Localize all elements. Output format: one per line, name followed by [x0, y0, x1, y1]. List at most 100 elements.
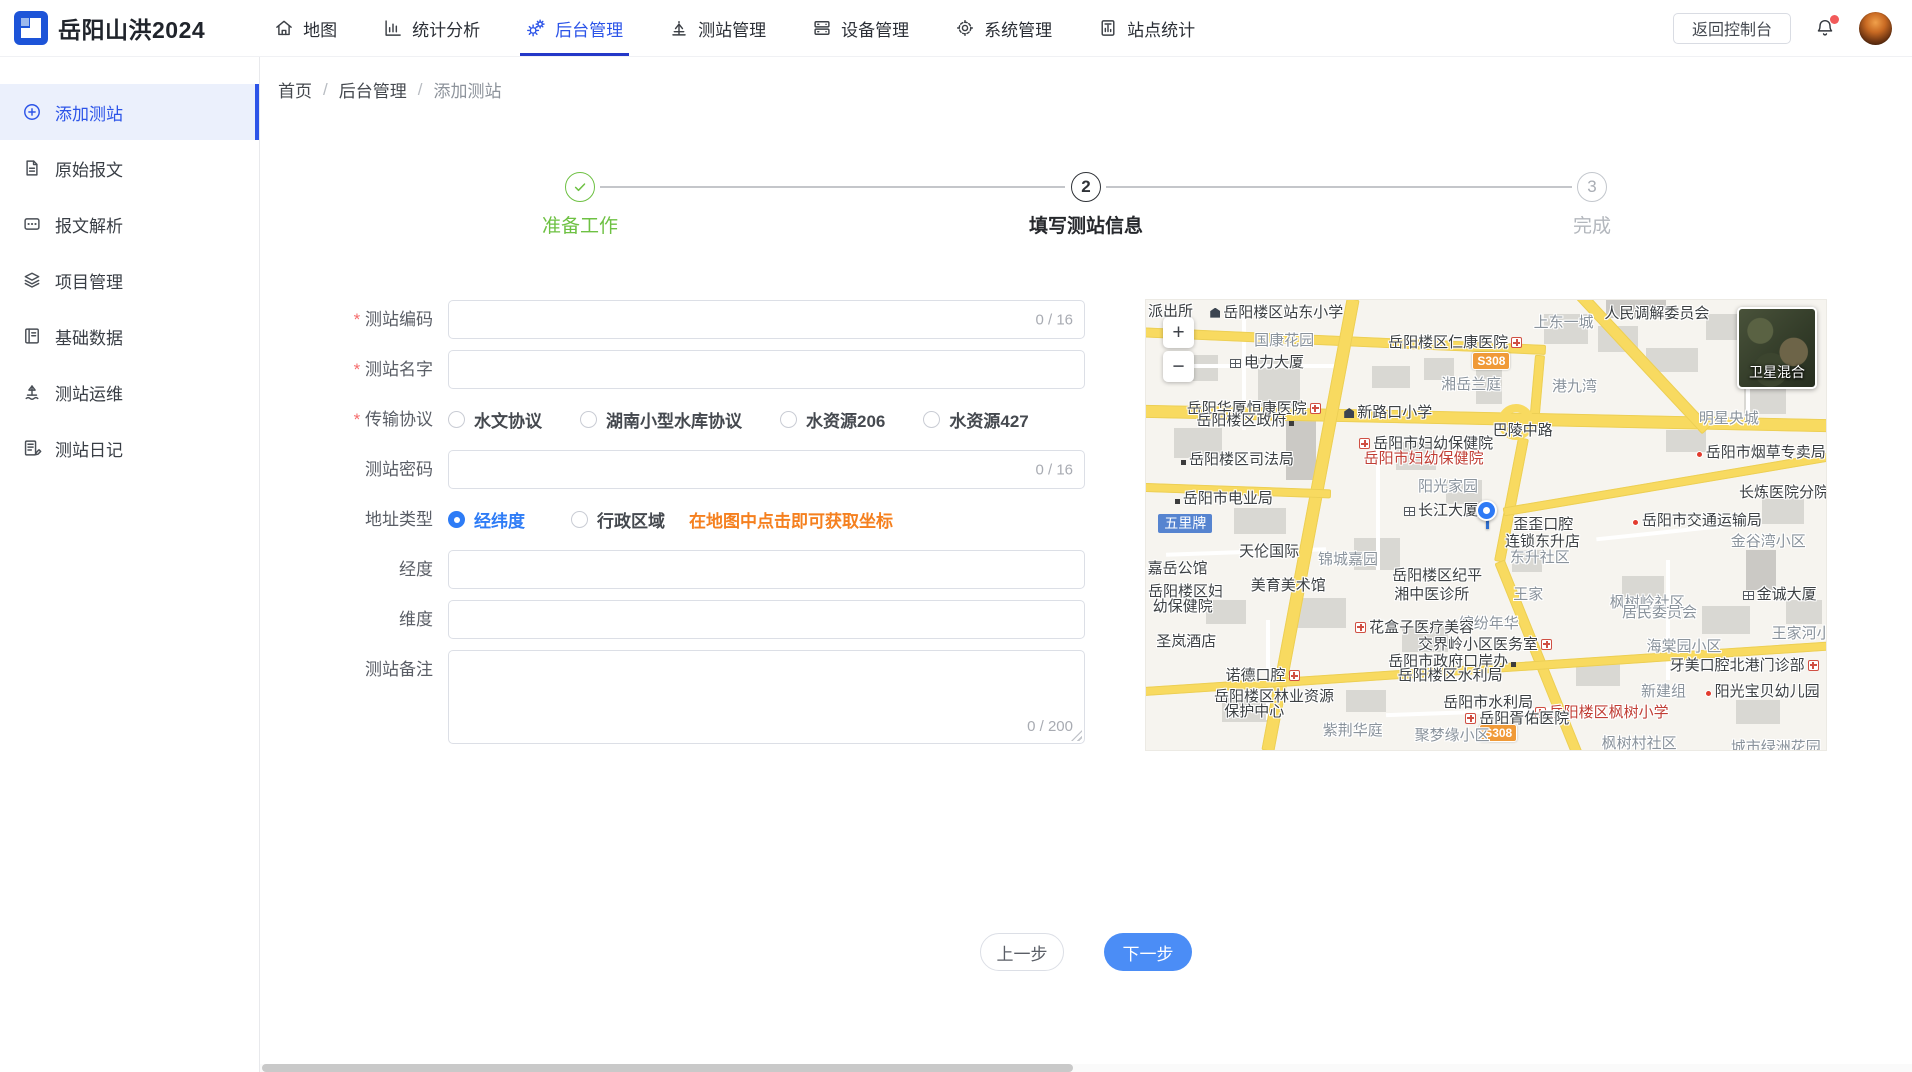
latitude-input[interactable]	[449, 601, 1084, 638]
address-type-radio-group: 经纬度 行政区域	[448, 500, 665, 539]
remark-textarea-wrap: 0 / 200	[448, 650, 1085, 744]
location-picker-map[interactable]: 派出所 岳阳楼区站东小学 人民调解委员会 上东一城 国康花园 岳阳楼区仁康医院 S308 电力…	[1146, 300, 1826, 750]
radio-dot-icon	[923, 411, 941, 428]
map-place-label: 金谷湾小区	[1730, 533, 1806, 551]
map-school-icon	[1344, 407, 1355, 418]
map-place-label: 阳光家园	[1418, 478, 1479, 496]
map-place-label: 紫荆华庭	[1322, 722, 1383, 740]
nav-item-system-manage[interactable]: 系统管理	[955, 0, 1052, 56]
stats-icon	[383, 18, 403, 38]
station-code-label: 测站编码	[260, 300, 433, 339]
map-marker-pin[interactable]	[1476, 500, 1498, 532]
map-sq-icon	[1181, 460, 1186, 466]
remark-counter: 0 / 200	[1023, 718, 1073, 735]
nav-item-device-manage[interactable]: 设备管理	[812, 0, 909, 56]
map-place-label: 岳阳楼区仁康医院	[1388, 334, 1523, 351]
step-2: 2 填写测站信息	[976, 172, 1196, 238]
sidebar-item-label: 测站运维	[55, 384, 123, 404]
map-building	[1786, 600, 1822, 624]
next-step-button[interactable]: 下一步	[1104, 933, 1192, 971]
latitude-input-wrap	[448, 600, 1085, 639]
map-place-label: 圣岚酒店	[1156, 633, 1217, 650]
horizontal-scrollbar-thumb[interactable]	[262, 1064, 1073, 1072]
map-click-hint: 在地图中点击即可获取坐标	[689, 512, 893, 531]
longitude-input-wrap	[448, 550, 1085, 589]
station-name-input-wrap	[448, 350, 1085, 389]
map-building	[1372, 366, 1410, 388]
user-avatar[interactable]	[1859, 11, 1892, 45]
map-place-label: 湘岳兰庭	[1441, 376, 1502, 394]
sidebar-item-station-ops[interactable]: 测站运维	[0, 364, 259, 420]
app-header: 岳阳山洪2024 地图 统计分析 后台管理 测站管理 设备管理 系统管理 站点统计 返回控制…	[0, 0, 1912, 57]
main-nav: 地图 统计分析 后台管理 测站管理 设备管理 系统管理 站点统计	[251, 0, 1218, 56]
remark-textarea[interactable]	[449, 651, 1084, 743]
back-to-console-button[interactable]: 返回控制台	[1672, 12, 1791, 44]
protocol-radio[interactable]: 湖南小型水库协议	[580, 407, 742, 432]
breadcrumb-link[interactable]: 首页	[278, 77, 312, 102]
breadcrumb-separator: /	[417, 79, 423, 99]
sidebar-item-station-diary[interactable]: 测站日记	[0, 420, 259, 476]
longitude-input[interactable]	[449, 551, 1084, 588]
map-place-label: 岳阳市电业局	[1174, 490, 1273, 507]
map-place-label: 金诚大厦	[1742, 586, 1817, 603]
address-type-radio[interactable]: 行政区域	[571, 507, 665, 532]
radio-label: 湖南小型水库协议	[606, 412, 742, 431]
nav-item-stats-analysis[interactable]: 统计分析	[383, 0, 480, 56]
sidebar-item-project-manage[interactable]: 项目管理	[0, 252, 259, 308]
nav-item-label: 后台管理	[555, 20, 624, 40]
radio-dot-icon	[580, 411, 597, 428]
map-place-label: 诺德口腔	[1226, 667, 1301, 684]
map-sq-icon	[1289, 421, 1295, 427]
horizontal-scrollbar-track	[260, 1064, 1912, 1072]
breadcrumb-current: 添加测站	[433, 82, 502, 101]
map-place-label: 岳阳楼区站东小学	[1209, 304, 1343, 321]
sidebar-item-add-station[interactable]: 添加测站	[0, 84, 259, 140]
password-label: 测站密码	[365, 460, 433, 479]
sidebar-item-raw-message[interactable]: 原始报文	[0, 140, 259, 196]
map-place-label: 岳阳市妇幼保健院	[1363, 449, 1484, 467]
station-code-row: 测站编码 0 / 16	[260, 300, 1100, 339]
step-1: 准备工作	[470, 172, 690, 238]
protocol-radio[interactable]: 水资源427	[923, 407, 1029, 432]
map-place-label: 交界岭小区医务室	[1418, 636, 1553, 653]
nav-item-station-manage[interactable]: 测站管理	[669, 0, 766, 56]
wizard-actions: 上一步 下一步	[980, 933, 1192, 971]
protocol-radio[interactable]: 水资源206	[780, 407, 885, 432]
password-input[interactable]	[449, 451, 1084, 488]
admin-gears-icon	[526, 18, 546, 38]
station-code-input[interactable]	[449, 301, 1084, 338]
map-zoom-out-button[interactable]: −	[1163, 351, 1194, 382]
map-sq-icon	[1511, 661, 1517, 667]
nav-item-admin[interactable]: 后台管理	[520, 0, 630, 56]
nav-item-label: 站点统计	[1127, 20, 1196, 40]
map-area-tag: 五里牌	[1158, 513, 1213, 533]
station-name-input[interactable]	[449, 351, 1084, 388]
nav-item-site-stats[interactable]: 站点统计	[1098, 0, 1195, 56]
add-station-icon	[22, 102, 42, 122]
breadcrumb-link[interactable]: 后台管理	[339, 77, 407, 102]
map-place-label: 王家河小区	[1771, 624, 1826, 642]
map-layer-toggle[interactable]: 卫星混合	[1737, 307, 1817, 389]
sidebar-item-message-parse[interactable]: 报文解析	[0, 196, 259, 252]
nav-item-label: 测站管理	[698, 20, 767, 40]
station-code-counter: 0 / 16	[1031, 311, 1073, 328]
map-zoom-in-button[interactable]: +	[1163, 317, 1194, 348]
breadcrumb-separator: /	[323, 79, 328, 99]
map-building	[1234, 508, 1286, 534]
station-ops-icon	[22, 382, 42, 402]
sidebar-item-label: 添加测站	[55, 104, 123, 124]
notification-bell-icon[interactable]	[1815, 15, 1839, 38]
map-cross-icon	[1807, 659, 1819, 671]
map-dot-icon	[1695, 451, 1703, 458]
map-place-label: 湘中医诊所	[1394, 586, 1470, 604]
header-right: 返回控制台	[1672, 11, 1892, 45]
map-cross-icon	[1541, 638, 1553, 650]
map-place-label: 东升社区	[1509, 548, 1570, 566]
protocol-radio[interactable]: 水文协议	[448, 407, 542, 432]
radio-label: 水文协议	[474, 412, 542, 431]
nav-item-map[interactable]: 地图	[274, 0, 337, 56]
sidebar-item-base-data[interactable]: 基础数据	[0, 308, 259, 364]
system-settings-icon	[955, 18, 975, 38]
prev-step-button[interactable]: 上一步	[980, 933, 1064, 971]
address-type-radio[interactable]: 经纬度	[448, 507, 525, 532]
